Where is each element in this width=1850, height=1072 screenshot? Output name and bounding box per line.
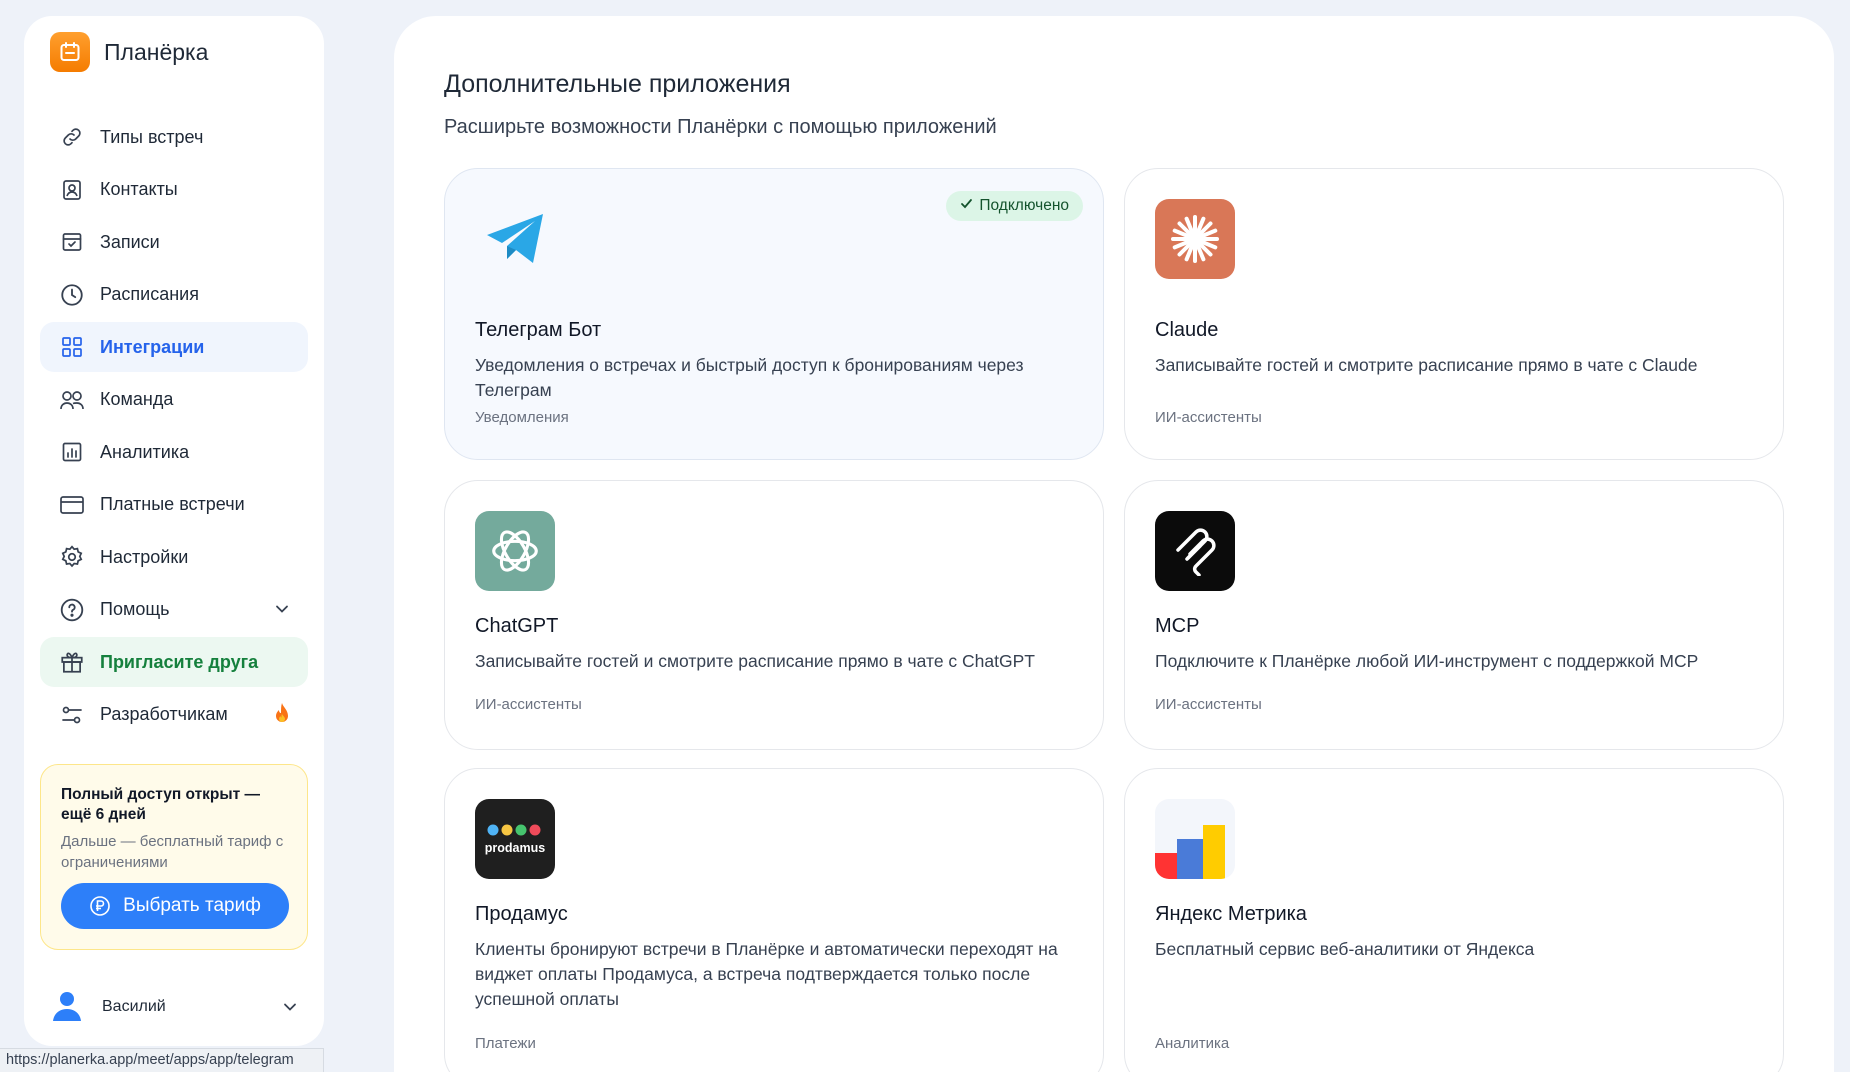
trial-promo: Полный доступ открыт — ещё 6 дней Дальше…	[40, 764, 308, 950]
sidebar-item-label: Настройки	[100, 546, 189, 567]
sidebar-nav: Типы встреч Контакты Записи Расписания И…	[40, 112, 308, 742]
app-category: Уведомления	[475, 409, 569, 426]
claude-icon	[1155, 199, 1235, 279]
chatgpt-icon	[475, 511, 555, 591]
sidebar-item-developers[interactable]: Разработчикам	[40, 690, 308, 740]
sidebar-item-contacts[interactable]: Контакты	[40, 165, 308, 215]
badge-label: Подключено	[979, 197, 1069, 214]
sidebar-item-label: Контакты	[100, 179, 178, 199]
user-menu[interactable]: Василий	[50, 984, 300, 1030]
brand[interactable]: Планёрка	[50, 32, 208, 72]
main-content: Дополнительные приложения Расширьте возм…	[394, 16, 1834, 1072]
sidebar-item-settings[interactable]: Настройки	[40, 532, 308, 582]
user-name: Василий	[102, 998, 166, 1015]
page-title: Дополнительные приложения	[444, 70, 791, 98]
fire-icon	[272, 702, 292, 731]
brand-name: Планёрка	[104, 38, 209, 65]
sidebar-item-label: Расписания	[100, 284, 199, 304]
page-subtitle: Расширьте возможности Планёрки с помощью…	[444, 116, 997, 138]
help-icon	[58, 596, 86, 624]
sidebar-item-integrations[interactable]: Интеграции	[40, 322, 308, 372]
sidebar-item-label: Типы встреч	[100, 126, 204, 147]
app-name: Продамус	[475, 903, 568, 925]
grid-icon	[58, 333, 86, 361]
app-description: Клиенты бронируют встречи в Планёрке и а…	[475, 939, 1058, 1009]
app-name: Яндекс Метрика	[1155, 903, 1307, 925]
gear-icon	[58, 543, 86, 571]
sidebar: Планёрка Типы встреч Контакты Записи Рас…	[24, 16, 324, 1046]
sliders-icon	[58, 701, 86, 729]
card-icon	[58, 491, 86, 519]
contact-icon	[58, 176, 86, 204]
app-card-prodamus[interactable]: prodamus Продамус Клиенты бронируют встр…	[444, 768, 1104, 1072]
sidebar-item-bookings[interactable]: Записи	[40, 217, 308, 267]
app-name: Телеграм Бот	[475, 319, 602, 341]
app-category: Аналитика	[1155, 1035, 1230, 1052]
avatar	[50, 988, 84, 1027]
sidebar-item-meeting-types[interactable]: Типы встреч	[40, 112, 308, 162]
sidebar-item-help[interactable]: Помощь	[40, 585, 308, 635]
sidebar-item-label: Помощь	[100, 599, 170, 619]
status-badge: Подключено	[946, 191, 1083, 221]
promo-title: Полный доступ открыт — ещё 6 дней	[61, 786, 261, 823]
app-card-claude[interactable]: Claude Записывайте гостей и смотрите рас…	[1124, 168, 1784, 460]
app-description: Уведомления о встречах и быстрый доступ …	[475, 355, 1024, 400]
choose-plan-button[interactable]: Выбрать тариф	[61, 883, 289, 929]
mcp-icon	[1155, 511, 1235, 591]
telegram-icon	[475, 199, 555, 279]
choose-plan-label: Выбрать тариф	[123, 895, 261, 916]
promo-subtitle: Дальше — бесплатный тариф с ограничениям…	[61, 833, 284, 871]
status-bar-url: https://planerka.app/meet/apps/app/teleg…	[0, 1048, 324, 1072]
app-description: Записывайте гостей и смотрите расписание…	[1155, 355, 1698, 375]
app-category: Платежи	[475, 1035, 536, 1052]
app-name: MCP	[1155, 615, 1200, 637]
chevron-down-icon[interactable]	[272, 599, 292, 624]
app-name: ChatGPT	[475, 615, 559, 637]
sidebar-item-label: Аналитика	[100, 441, 190, 462]
app-name: Claude	[1155, 319, 1219, 341]
sidebar-item-label: Разработчикам	[100, 704, 228, 724]
sidebar-item-team[interactable]: Команда	[40, 375, 308, 425]
app-card-chatgpt[interactable]: ChatGPT Записывайте гостей и смотрите ра…	[444, 480, 1104, 750]
chart-icon	[58, 438, 86, 466]
sidebar-item-label: Пригласите друга	[100, 651, 259, 672]
sidebar-item-label: Команда	[100, 389, 174, 409]
sidebar-item-invite-friend[interactable]: Пригласите друга	[40, 637, 308, 687]
sidebar-item-paid-meetings[interactable]: Платные встречи	[40, 480, 308, 530]
app-category: ИИ-ассистенты	[1155, 409, 1262, 426]
prodamus-icon: prodamus	[475, 799, 555, 879]
sidebar-item-label: Платные встречи	[100, 494, 245, 514]
app-card-mcp[interactable]: MCP Подключите к Планёрке любой ИИ-инстр…	[1124, 480, 1784, 750]
ruble-icon	[89, 895, 111, 917]
app-category: ИИ-ассистенты	[1155, 696, 1262, 713]
calendar-check-icon	[58, 228, 86, 256]
app-description: Подключите к Планёрке любой ИИ-инструмен…	[1155, 651, 1699, 671]
sidebar-item-schedules[interactable]: Расписания	[40, 270, 308, 320]
gift-icon	[58, 648, 86, 676]
app-card-telegram[interactable]: Подключено Телеграм Бот Уведомления о вс…	[444, 168, 1104, 460]
sidebar-item-label: Интеграции	[100, 336, 205, 357]
yandex-metrika-icon	[1155, 799, 1235, 879]
chevron-down-icon[interactable]	[280, 997, 300, 1022]
check-icon	[960, 197, 973, 215]
calendar-logo-icon	[50, 32, 90, 72]
clock-icon	[58, 281, 86, 309]
sidebar-item-label: Записи	[100, 231, 160, 252]
app-description: Бесплатный сервис веб-аналитики от Яндек…	[1155, 939, 1535, 959]
app-category: ИИ-ассистенты	[475, 696, 582, 713]
app-description: Записывайте гостей и смотрите расписание…	[475, 651, 1035, 671]
link-icon	[58, 123, 86, 151]
app-card-yandex-metrika[interactable]: Яндекс Метрика Бесплатный сервис веб-ана…	[1124, 768, 1784, 1072]
team-icon	[58, 386, 86, 414]
sidebar-item-analytics[interactable]: Аналитика	[40, 427, 308, 477]
prodamus-logo-text: prodamus	[484, 840, 546, 855]
